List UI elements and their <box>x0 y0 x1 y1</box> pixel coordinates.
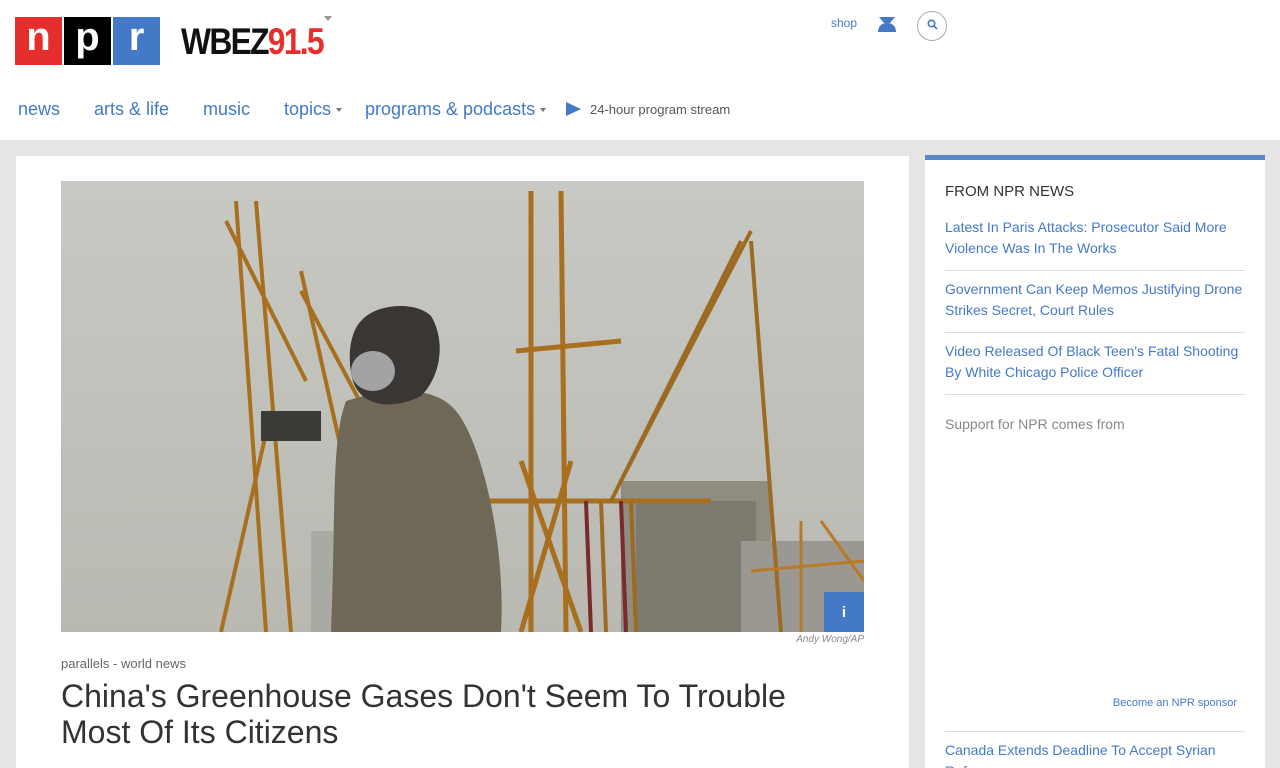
sidebar-news-link[interactable]: Canada Extends Deadline To Accept Syrian… <box>945 740 1245 768</box>
nav-item-label: programs & podcasts <box>365 99 536 119</box>
site-header: n p r WBEZ91.5 shop news arts & life mus… <box>0 0 1280 140</box>
sidebar-news-link[interactable]: Government Can Keep Memos Justifying Dro… <box>945 279 1245 321</box>
npr-logo-p: p <box>64 17 111 65</box>
user-icon[interactable] <box>877 15 897 33</box>
image-info-button[interactable]: i <box>824 592 864 632</box>
article-hero-image[interactable]: i <box>61 181 864 632</box>
article-card: i Andy Wong/AP parallels - world news Ch… <box>16 156 909 768</box>
nav-item-arts-life[interactable]: arts & life <box>94 96 169 122</box>
photo-credit: Andy Wong/AP <box>796 634 864 645</box>
nav-item-programs-podcasts[interactable]: programs & podcasts <box>365 96 547 122</box>
sidebar-divider <box>945 394 1245 395</box>
sidebar-title: FROM NPR NEWS <box>945 183 1075 200</box>
nav-item-label: topics <box>284 99 332 119</box>
nav-item-label: music <box>203 99 251 119</box>
become-sponsor-link[interactable]: Become an NPR sponsor <box>1113 697 1237 709</box>
program-stream-link[interactable]: 24-hour program stream <box>566 96 730 122</box>
chevron-down-icon <box>336 108 343 113</box>
station-logo-frequency: 91.5 <box>267 21 325 62</box>
shop-link[interactable]: shop <box>831 16 857 30</box>
search-icon <box>926 17 938 35</box>
station-dropdown-caret[interactable] <box>324 16 332 21</box>
sidebar-news-link[interactable]: Video Released Of Black Teen's Fatal Sho… <box>945 341 1245 383</box>
main-nav: news arts & life music topics programs &… <box>0 96 1280 124</box>
nav-item-topics[interactable]: topics <box>284 96 343 122</box>
nav-item-news[interactable]: news <box>18 96 60 122</box>
program-stream-label: 24-hour program stream <box>590 101 731 117</box>
station-logo[interactable]: WBEZ91.5 <box>181 18 325 66</box>
article-slug[interactable]: parallels - world news <box>61 656 186 671</box>
npr-news-sidebar: FROM NPR NEWS Latest In Paris Attacks: P… <box>925 155 1265 768</box>
npr-logo[interactable]: n p r <box>15 17 160 65</box>
sidebar-divider <box>945 270 1245 271</box>
npr-logo-n: n <box>15 17 62 65</box>
play-icon <box>566 102 581 116</box>
chevron-down-icon <box>540 108 547 113</box>
search-button[interactable] <box>917 11 947 41</box>
nav-item-music[interactable]: music <box>203 96 250 122</box>
article-headline[interactable]: China's Greenhouse Gases Don't Seem To T… <box>61 678 841 750</box>
sidebar-news-link[interactable]: Latest In Paris Attacks: Prosecutor Said… <box>945 217 1245 259</box>
station-logo-call-letters: WBEZ <box>181 21 270 62</box>
sidebar-divider <box>945 332 1245 333</box>
nav-item-label: arts & life <box>94 99 170 119</box>
npr-logo-r: r <box>113 17 160 65</box>
nav-item-label: news <box>18 99 61 119</box>
sponsor-support-label: Support for NPR comes from <box>945 416 1125 432</box>
sidebar-divider <box>945 731 1245 732</box>
